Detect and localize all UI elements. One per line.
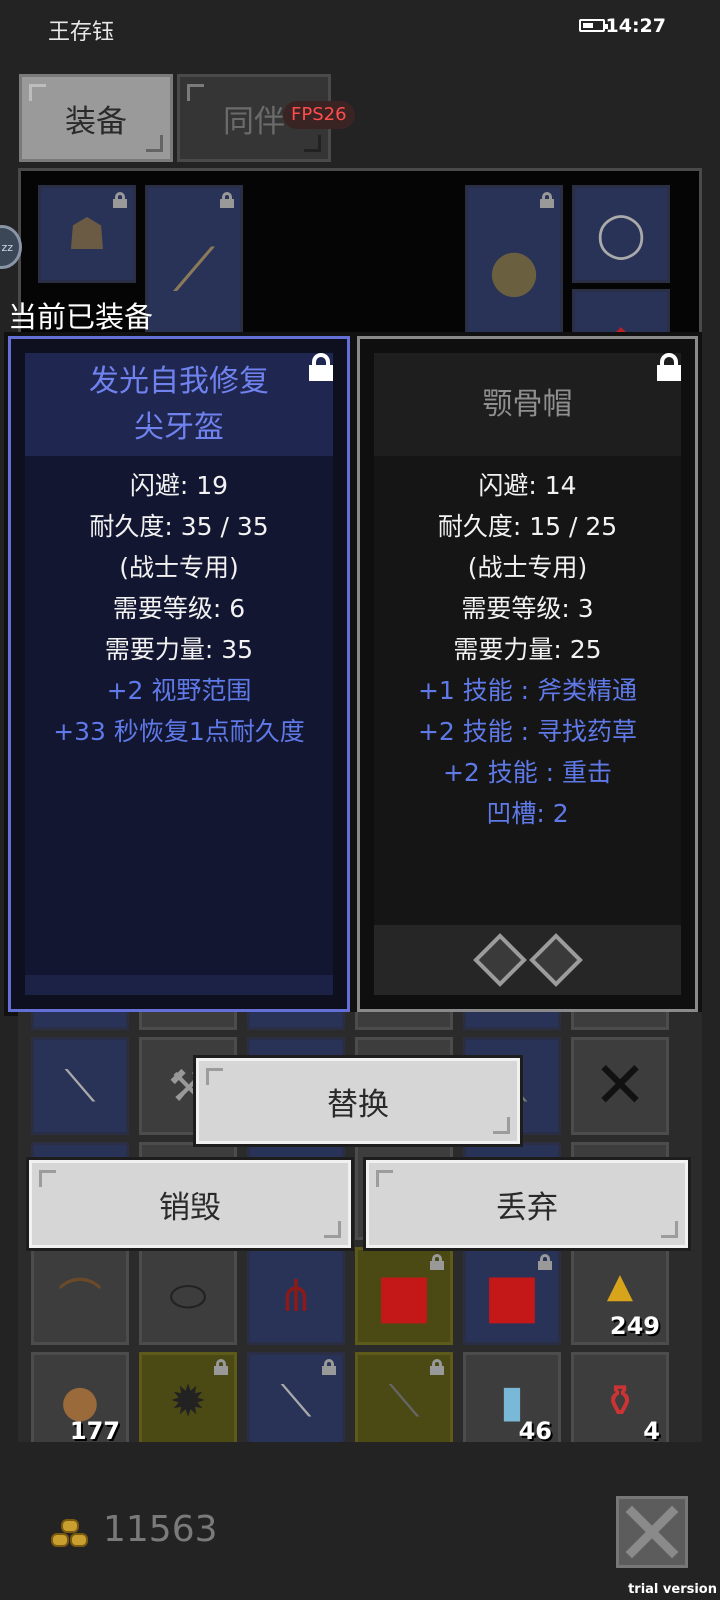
lock-icon[interactable] <box>657 353 681 381</box>
fps-counter: FPS26 <box>283 101 355 129</box>
equip-slot-shield[interactable]: ● <box>465 185 563 355</box>
selected-item-card: 颚骨帽 闪避: 14 耐久度: 15 / 25 (战士专用) 需要等级: 3 需… <box>353 332 702 1016</box>
socket-count-line: 凹槽: 2 <box>486 799 569 828</box>
empty-socket-icon <box>472 933 527 987</box>
gold-coins-icon <box>51 1519 88 1547</box>
current-equipped-label: 当前已装备 <box>8 300 154 334</box>
equipped-item-name-line1: 发光自我修复 <box>89 363 269 399</box>
stat-line: 需要等级: 6 <box>112 594 246 623</box>
equipped-item-card: 发光自我修复 尖牙盔 闪避: 19 耐久度: 35 / 35 (战士专用) 需要… <box>4 332 354 1016</box>
stat-line: 需要力量: 25 <box>453 635 602 664</box>
trident-icon: ⋔ <box>277 1270 315 1322</box>
stat-line: 需要等级: 3 <box>461 594 594 623</box>
trial-version-watermark: trial version <box>628 1582 717 1597</box>
gold-amount: 11563 <box>103 1509 218 1550</box>
lock-icon <box>220 192 234 208</box>
lock-icon[interactable] <box>309 353 333 381</box>
lock-icon <box>538 1254 552 1270</box>
lock-icon <box>430 1254 444 1270</box>
lock-icon <box>540 192 554 208</box>
tab-companion-label: 同伴 <box>223 103 285 140</box>
battery-icon <box>579 19 608 32</box>
dagger-icon: ⟍ <box>64 1060 96 1112</box>
bonus-stat-line: +2 技能 : 寻找药草 <box>417 717 638 746</box>
inventory-slot[interactable] <box>571 1012 669 1030</box>
close-button[interactable] <box>616 1496 688 1568</box>
destroy-button[interactable]: 销毁 <box>29 1160 351 1248</box>
inventory-slot[interactable]: ⚱ 4 <box>571 1352 669 1442</box>
spear-icon: ⟋ <box>173 235 215 305</box>
inventory-slot[interactable] <box>463 1012 561 1030</box>
inventory-slot[interactable] <box>355 1012 453 1030</box>
item-count: 4 <box>643 1417 660 1442</box>
stat-line: 需要力量: 35 <box>104 635 254 664</box>
equipped-item-name-line2: 尖牙盔 <box>134 409 224 445</box>
inventory-slot[interactable]: ▮ 46 <box>463 1352 561 1442</box>
item-count: 46 <box>518 1417 552 1442</box>
inventory-slot[interactable] <box>247 1012 345 1030</box>
equip-slot-helmet[interactable]: ☗ <box>38 185 136 283</box>
replace-button[interactable]: 替换 <box>196 1058 520 1144</box>
bonus-stat-line: +2 技能 : 重击 <box>442 758 613 787</box>
status-bar-time: 14:27 <box>605 15 666 37</box>
status-bar-title: 王存钰 <box>48 20 115 45</box>
inventory-slot[interactable]: ⟍ <box>247 1352 345 1442</box>
destroy-button-label: 销毁 <box>159 1189 221 1226</box>
empty-socket-icon <box>528 933 583 987</box>
inventory-slot[interactable]: ⬭ <box>139 1247 237 1345</box>
replace-button-label: 替换 <box>327 1086 389 1123</box>
stat-line: 耐久度: 35 / 35 <box>89 512 269 541</box>
stat-line: 闪避: 19 <box>129 471 229 500</box>
close-icon <box>626 1506 678 1558</box>
crossed-swords-icon: ✕ <box>593 1049 647 1123</box>
round-shield-icon: ● <box>488 236 540 304</box>
inventory-slot[interactable]: ⋔ <box>247 1247 345 1345</box>
equip-slot-amulet[interactable]: ◯ <box>572 185 670 283</box>
lock-icon <box>113 192 127 208</box>
drop-button[interactable]: 丢弃 <box>366 1160 688 1248</box>
lock-icon <box>214 1359 228 1375</box>
stat-line: 闪避: 14 <box>478 471 577 500</box>
crossbow-icon: ⌒ <box>58 1275 102 1326</box>
selected-item-stats: 闪避: 14 耐久度: 15 / 25 (战士专用) 需要等级: 3 需要力量:… <box>360 465 695 834</box>
stat-line: (战士专用) <box>119 553 239 582</box>
item-count: 177 <box>69 1417 120 1442</box>
tab-equipment-label: 装备 <box>65 103 127 140</box>
socket-row <box>374 925 681 995</box>
bonus-stat-line: +1 技能 : 斧类精通 <box>417 676 638 705</box>
lock-icon <box>322 1359 336 1375</box>
inventory-slot[interactable]: ■ <box>355 1247 453 1345</box>
inventory-slot[interactable] <box>139 1012 237 1030</box>
equipped-item-stats: 闪避: 19 耐久度: 35 / 35 (战士专用) 需要等级: 6 需要力量:… <box>11 465 347 752</box>
bonus-stat-line: +33 秒恢复1点耐久度 <box>53 717 305 746</box>
belt-icon: ⬭ <box>169 1270 207 1322</box>
amulet-icon: ◯ <box>596 208 646 260</box>
equipped-item-header: 发光自我修复 尖牙盔 <box>25 353 333 456</box>
inventory-slot[interactable]: ✕ <box>571 1037 669 1135</box>
inventory-slot[interactable]: ▲ 249 <box>571 1247 669 1345</box>
stat-line: 耐久度: 15 / 25 <box>437 512 618 541</box>
selected-item-name: 颚骨帽 <box>482 386 573 422</box>
drop-button-label: 丢弃 <box>496 1189 558 1226</box>
inventory-slot[interactable]: ● 177 <box>31 1352 129 1442</box>
selected-item-header: 颚骨帽 <box>374 353 681 456</box>
item-count: 249 <box>609 1312 660 1340</box>
lock-icon <box>430 1359 444 1375</box>
inventory-slot[interactable]: ■ <box>463 1247 561 1345</box>
bonus-stat-line: +2 视野范围 <box>106 676 252 705</box>
inventory-slot[interactable]: ⌒ <box>31 1247 129 1345</box>
inventory-slot[interactable]: ⟍ <box>355 1352 453 1442</box>
inventory-slot[interactable]: ✹ <box>139 1352 237 1442</box>
tab-equipment[interactable]: 装备 <box>19 74 173 162</box>
inventory-slot[interactable]: ⟍ <box>31 1037 129 1135</box>
inventory-slot[interactable] <box>31 1012 129 1030</box>
equip-slot-weapon[interactable]: ⟋ <box>145 185 243 355</box>
stat-line: (战士专用) <box>467 553 588 582</box>
